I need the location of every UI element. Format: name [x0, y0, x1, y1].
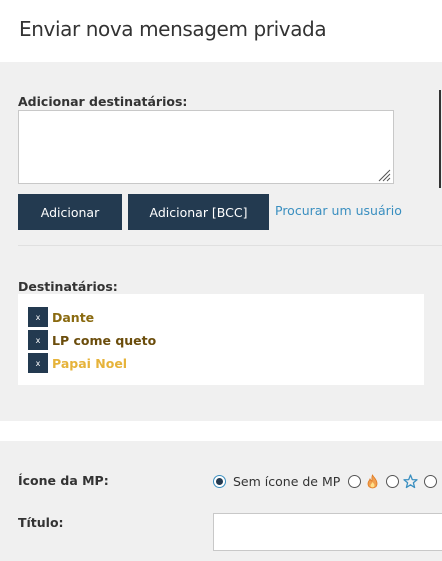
add-recipients-label: Adicionar destinatários: [18, 94, 188, 109]
recipient-name[interactable]: LP come queto [52, 333, 156, 348]
title-input[interactable] [213, 513, 442, 551]
remove-recipient-button[interactable]: x [28, 353, 48, 373]
recipient-item: x Papai Noel [28, 353, 127, 373]
pm-icon-radio-fire[interactable] [348, 474, 362, 488]
add-recipients-textarea[interactable] [18, 110, 394, 184]
scrollbar-edge [439, 90, 441, 188]
recipient-name[interactable]: Dante [52, 310, 94, 325]
title-label: Título: [18, 515, 64, 530]
pm-icon-radio-star[interactable] [386, 474, 400, 488]
recipients-label: Destinatários: [18, 279, 118, 294]
search-user-link[interactable]: Procurar um usuário [275, 203, 402, 218]
recipient-name[interactable]: Papai Noel [52, 356, 127, 371]
divider [18, 245, 442, 246]
page-header: Enviar nova mensagem privada [0, 0, 442, 62]
fire-icon [364, 473, 380, 489]
pm-icon-none-label: Sem ícone de MP [233, 473, 341, 489]
pm-icon-radio-more[interactable] [424, 474, 438, 488]
page-title: Enviar nova mensagem privada [19, 17, 327, 41]
recipient-item: x LP come queto [28, 330, 156, 350]
recipient-item: x Dante [28, 307, 94, 327]
pm-icon-label: Ícone da MP: [18, 473, 109, 488]
resize-grip-icon[interactable] [377, 168, 391, 182]
pm-icon-radio-none[interactable] [213, 474, 226, 488]
star-icon [402, 473, 418, 489]
recipients-list: x Dante x LP come queto x Papai Noel [18, 294, 424, 385]
add-bcc-button[interactable]: Adicionar [BCC] [128, 194, 269, 230]
remove-recipient-button[interactable]: x [28, 307, 48, 327]
pm-icon-options: Sem ícone de MP [213, 472, 438, 490]
remove-recipient-button[interactable]: x [28, 330, 48, 350]
add-button[interactable]: Adicionar [18, 194, 122, 230]
